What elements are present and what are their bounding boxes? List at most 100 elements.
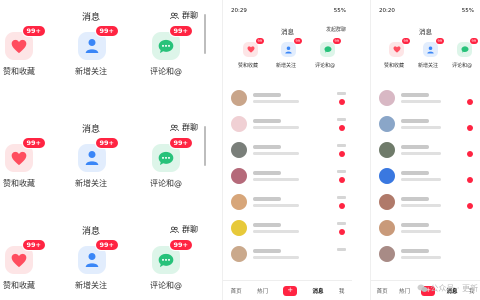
comments-tile[interactable]: 99 [457, 38, 478, 57]
tab-messages[interactable]: 消息 [313, 287, 324, 295]
comments-tile[interactable]: 99 [320, 38, 341, 57]
list-item[interactable] [371, 242, 480, 268]
avatar [379, 168, 395, 184]
comments-tile[interactable]: 99+ [152, 239, 193, 274]
start-group-chat-button[interactable]: 发起群聊 [326, 26, 346, 33]
tab-home[interactable]: 首页 [377, 287, 388, 295]
list-item[interactable] [371, 190, 480, 216]
list-item[interactable] [223, 216, 352, 242]
new-followers-tile[interactable]: 99+ [78, 239, 119, 274]
blurred-name [401, 93, 429, 97]
blurred-name [401, 171, 429, 175]
status-battery: 55% [461, 8, 474, 14]
likes-label: 赞和收藏 [238, 63, 259, 69]
new-followers-tile[interactable]: 99 [423, 38, 444, 57]
messages-title: 消息 [82, 125, 101, 135]
conversation-list [223, 86, 352, 268]
blurred-preview [253, 126, 299, 129]
blurred-name [401, 223, 429, 227]
heart-icon [393, 46, 400, 53]
blurred-name [401, 197, 429, 201]
list-item[interactable] [223, 112, 352, 138]
bottom-tab-bar: 首页 热门 + 消息 我 [223, 280, 352, 300]
likes-label: 赞和收藏 [384, 63, 405, 69]
group-chat-button[interactable]: 群聊 [170, 224, 198, 235]
likes-tile[interactable]: 99+ [5, 25, 46, 60]
blurred-preview [401, 126, 441, 129]
person-icon [85, 151, 99, 165]
likes-tile[interactable]: 99 [389, 38, 410, 57]
new-followers-tile[interactable]: 99 [281, 38, 302, 57]
likes-tile[interactable]: 99+ [5, 239, 46, 274]
avatar [379, 142, 395, 158]
scrollbar[interactable] [204, 126, 206, 166]
tab-trending[interactable]: 热门 [399, 287, 410, 295]
group-chat-button[interactable]: 群聊 [170, 122, 198, 133]
comments-badge: 99+ [168, 25, 193, 37]
chat-bubble-icon [324, 46, 331, 53]
unread-dot [339, 177, 345, 183]
list-item[interactable] [371, 112, 480, 138]
comments-label: 评论和@ [150, 281, 182, 290]
heart-icon [11, 253, 27, 267]
list-item[interactable] [371, 138, 480, 164]
comments-tile[interactable]: 99+ [152, 137, 193, 172]
likes-label: 赞和收藏 [3, 67, 35, 76]
phone-screen-1: 20:29 55% 消息 发起群聊 99 99 99 赞和收藏 新增关注 评论和… [222, 0, 352, 300]
followers-badge: 99+ [94, 239, 119, 251]
messages-title: 消息 [82, 227, 101, 237]
messages-title: 消息 [419, 28, 432, 36]
followers-badge: 99 [293, 38, 302, 44]
list-item[interactable] [371, 164, 480, 190]
list-item[interactable] [223, 242, 352, 268]
tab-trending[interactable]: 热门 [257, 287, 268, 295]
tab-home[interactable]: 首页 [231, 287, 242, 295]
phone-screen-2: 20:20 55% 消息 99 99 99 赞和收藏 新增关注 评论和@ 首页 … [370, 0, 480, 300]
tab-publish[interactable]: + [283, 285, 298, 296]
comments-badge: 99+ [168, 137, 193, 149]
chat-bubble-icon [158, 151, 174, 165]
comments-tile[interactable]: 99+ [152, 25, 193, 60]
list-item[interactable] [371, 86, 480, 112]
status-time: 20:20 [379, 8, 395, 14]
blurred-name [401, 249, 429, 253]
blurred-time [337, 222, 346, 225]
list-item[interactable] [223, 190, 352, 216]
avatar [231, 246, 247, 262]
likes-tile[interactable]: 99 [243, 38, 264, 57]
avatar [231, 194, 247, 210]
list-item[interactable] [223, 86, 352, 112]
avatar [379, 246, 395, 262]
group-chat-label: 群聊 [182, 225, 198, 234]
followers-badge: 99+ [94, 25, 119, 37]
list-item[interactable] [223, 138, 352, 164]
group-icon [170, 124, 179, 131]
tab-me[interactable]: 我 [339, 287, 345, 295]
new-followers-tile[interactable]: 99+ [78, 25, 119, 60]
blurred-preview [253, 256, 299, 259]
list-item[interactable] [223, 164, 352, 190]
group-chat-label: 群聊 [182, 11, 198, 20]
likes-tile[interactable]: 99+ [5, 137, 46, 172]
scrollbar[interactable] [204, 14, 206, 54]
message-category-tiles: 99 99 99 赞和收藏 新增关注 评论和@ [223, 38, 352, 76]
heart-icon [247, 46, 254, 53]
likes-badge: 99+ [21, 137, 46, 149]
group-chat-label: 群聊 [182, 123, 198, 132]
blurred-preview [253, 204, 299, 207]
chat-bubble-icon [158, 253, 174, 267]
conversation-list [371, 86, 480, 268]
blurred-time [337, 144, 346, 147]
likes-label: 赞和收藏 [3, 179, 35, 188]
avatar [231, 116, 247, 132]
blurred-name [253, 223, 281, 227]
blurred-name [253, 171, 281, 175]
group-chat-button[interactable]: 群聊 [170, 10, 198, 21]
new-followers-tile[interactable]: 99+ [78, 137, 119, 172]
comments-badge: 99+ [168, 239, 193, 251]
likes-badge: 99+ [21, 239, 46, 251]
blurred-preview [253, 152, 299, 155]
blurred-name [253, 145, 281, 149]
list-item[interactable] [371, 216, 480, 242]
comments-label: 评论和@ [150, 179, 182, 188]
